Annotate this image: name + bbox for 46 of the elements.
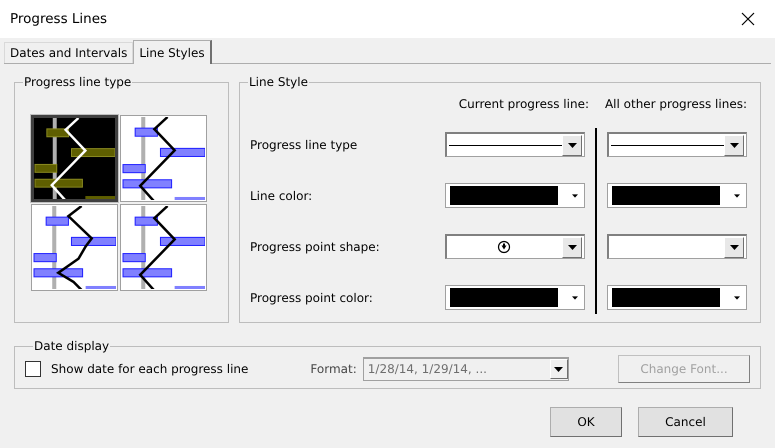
color-dropdown[interactable] <box>445 183 585 208</box>
line-type-option[interactable] <box>120 204 207 291</box>
caret-icon <box>730 142 738 148</box>
column-header: All other progress lines: <box>604 96 747 113</box>
column-header: Current progress line: <box>458 96 589 113</box>
caret-icon <box>730 244 738 250</box>
group-title: Date display <box>33 339 110 353</box>
checkbox[interactable] <box>25 360 41 376</box>
group-title: Line Style <box>248 75 309 89</box>
window-title: Progress Lines <box>10 11 108 27</box>
group-title: Progress line type <box>23 75 132 89</box>
dropdown-arrow-button[interactable] <box>724 236 744 258</box>
dropdown-arrow-button[interactable] <box>724 134 744 156</box>
caret-icon <box>568 244 576 250</box>
field-label: Line color: <box>250 188 314 204</box>
field-label: Format: <box>310 362 357 376</box>
caret-icon <box>572 296 578 300</box>
line-type-option[interactable] <box>31 204 118 291</box>
caret-icon <box>554 366 564 372</box>
line-type-dropdown[interactable] <box>607 132 747 157</box>
dropdown-arrow-button[interactable] <box>562 236 582 258</box>
point-shape-dropdown[interactable] <box>445 234 585 259</box>
tab[interactable]: Dates and Intervals <box>4 42 134 63</box>
close-icon[interactable] <box>741 12 755 26</box>
field-label: Progress point color: <box>250 290 374 306</box>
line-type-option[interactable] <box>120 115 207 202</box>
field-label: Progress point shape: <box>250 238 381 256</box>
dialog-button[interactable]: OK <box>550 407 622 437</box>
progress-line-icon <box>122 117 205 200</box>
field-label: Progress line type <box>250 136 358 154</box>
caret-icon <box>734 296 740 300</box>
color-dropdown[interactable] <box>607 285 747 310</box>
color-dropdown[interactable] <box>607 183 747 208</box>
color-dropdown[interactable] <box>445 285 585 310</box>
caret-icon <box>734 194 740 198</box>
progress-line-icon <box>33 206 116 289</box>
caret-icon <box>568 142 576 148</box>
dialog-button[interactable]: Cancel <box>638 407 733 437</box>
line-type-option[interactable] <box>31 115 118 202</box>
progress-line-icon <box>122 206 205 289</box>
caret-icon <box>572 194 578 198</box>
line-type-dropdown[interactable] <box>445 132 585 157</box>
tab[interactable]: Line Styles <box>133 40 212 64</box>
checkbox-label[interactable]: Show date for each progress line <box>51 362 248 376</box>
point-shape-icon <box>497 240 511 254</box>
dropdown-arrow-button[interactable] <box>562 134 582 156</box>
